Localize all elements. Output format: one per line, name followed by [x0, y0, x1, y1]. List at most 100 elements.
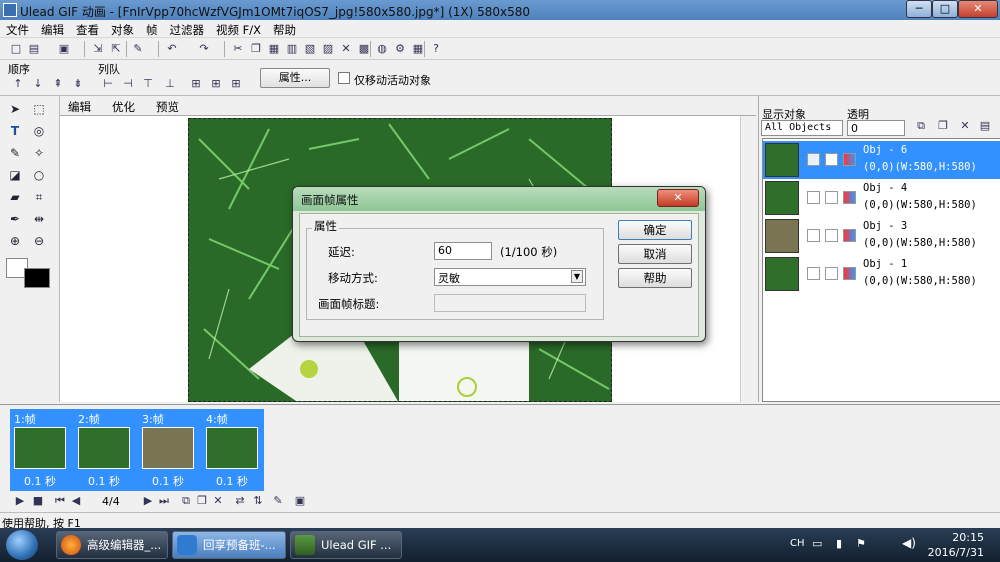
attributes-button[interactable]: 属性...	[260, 68, 330, 88]
pointer-tool-icon[interactable]: ➤	[6, 100, 24, 118]
frame-item[interactable]: 4:帧 0.1 秒	[202, 409, 264, 491]
paint-icon[interactable]: ✎	[130, 41, 146, 57]
delay-input[interactable]: 60	[434, 242, 492, 260]
last-frame-icon[interactable]: ⏭	[156, 493, 172, 509]
canvas-vertical-scrollbar[interactable]	[740, 116, 756, 402]
tab-preview[interactable]: 预览	[156, 99, 179, 115]
menu-help[interactable]: 帮助	[267, 20, 302, 40]
volume-icon[interactable]: ◀)	[902, 536, 916, 550]
chevron-down-icon[interactable]: ▼	[571, 270, 583, 283]
globe-icon[interactable]: ◍	[374, 41, 390, 57]
eye-icon[interactable]	[807, 153, 820, 166]
frame-item[interactable]: 3:帧 0.1 秒	[138, 409, 200, 491]
redo-icon[interactable]: ↷	[196, 41, 212, 57]
clock[interactable]: 20:15 2016/7/31	[928, 530, 984, 560]
crop-icon[interactable]: ▥	[284, 41, 300, 57]
align-bottom-icon[interactable]: ⊥	[162, 76, 178, 92]
crop-tool-icon[interactable]: ⌗	[30, 188, 48, 206]
text-tool-icon[interactable]: T	[6, 122, 24, 140]
bring-forward-icon[interactable]: ↓	[30, 76, 46, 92]
undo-icon[interactable]: ↶	[164, 41, 180, 57]
fill-tool-icon[interactable]: ▰	[6, 188, 24, 206]
menu-filter[interactable]: 过滤器	[164, 20, 211, 40]
tween-icon[interactable]: ⇄	[232, 493, 248, 509]
send-backward-icon[interactable]: ⇞	[50, 76, 66, 92]
optimize-icon[interactable]: ⚙	[392, 41, 408, 57]
duplicate-frame-icon[interactable]: ❐	[194, 493, 210, 509]
eye-checkbox[interactable]	[807, 267, 820, 280]
taskbar-item-ulead[interactable]: Ulead GIF ...	[290, 531, 402, 559]
maximize-button[interactable]: □	[932, 0, 958, 18]
export-icon[interactable]: ⇱	[108, 41, 124, 57]
magic-wand-icon[interactable]: ✧	[30, 144, 48, 162]
menu-video-fx[interactable]: 视频 F/X	[210, 20, 267, 40]
distribute-icon[interactable]: ⊞	[228, 76, 244, 92]
copy-icon[interactable]: ❐	[248, 41, 264, 57]
frame-title-input[interactable]	[434, 294, 586, 312]
align-top-icon[interactable]: ⊤	[140, 76, 156, 92]
first-frame-icon[interactable]: ⏮	[52, 493, 68, 509]
bring-front-icon[interactable]: ↑	[10, 76, 26, 92]
align-center-icon[interactable]: ⊣	[120, 76, 136, 92]
marquee-tool-icon[interactable]: ⬚	[30, 100, 48, 118]
frame-item[interactable]: 2:帧 0.1 秒	[74, 409, 136, 491]
cut-icon[interactable]: ✂	[230, 41, 246, 57]
network-icon[interactable]: ▮	[836, 537, 842, 550]
foreground-color-swatch[interactable]	[24, 268, 50, 288]
distribute-h-icon[interactable]: ⊞	[188, 76, 204, 92]
paste-icon[interactable]: ▦	[266, 41, 282, 57]
dialog-close-button[interactable]: ✕	[657, 189, 699, 207]
start-button[interactable]	[6, 530, 38, 560]
lock-checkbox[interactable]	[825, 153, 838, 166]
close-button[interactable]: ✕	[958, 0, 998, 18]
list-item[interactable]: Obj - 1 (0,0)(W:580,H:580)	[763, 255, 1000, 293]
frame-item[interactable]: 1:帧 0.1 秒	[10, 409, 72, 491]
new-object-icon[interactable]: ⧉	[913, 118, 929, 134]
brush-tool-icon[interactable]: ✎	[6, 144, 24, 162]
lock-checkbox[interactable]	[825, 267, 838, 280]
zoom-lasso-icon[interactable]: ○	[30, 166, 48, 184]
align-left-icon[interactable]: ⊢	[100, 76, 116, 92]
open-icon[interactable]: ▤	[26, 41, 42, 57]
show-objects-select[interactable]: All Objects	[761, 120, 843, 136]
stop-icon[interactable]: ■	[30, 493, 46, 509]
eyedropper-tool-icon[interactable]: ✒	[6, 210, 24, 228]
lock-checkbox[interactable]	[825, 191, 838, 204]
tab-optimize[interactable]: 优化	[112, 99, 135, 115]
duplicate-icon[interactable]: ▧	[302, 41, 318, 57]
tab-edit[interactable]: 编辑	[68, 99, 91, 115]
properties-icon[interactable]: ▨	[320, 41, 336, 57]
menu-object[interactable]: 对象	[105, 20, 140, 40]
move-method-select[interactable]: 灵敏 ▼	[434, 268, 586, 286]
delete-icon[interactable]: ✕	[338, 41, 354, 57]
eraser-tool-icon[interactable]: ◪	[6, 166, 24, 184]
next-frame-icon[interactable]: ▶	[140, 493, 156, 509]
list-item[interactable]: Obj - 6 (0,0)(W:580,H:580)	[763, 141, 1000, 179]
send-back-icon[interactable]: ⇟	[70, 76, 86, 92]
object-props-icon[interactable]: ▤	[977, 118, 993, 134]
zoom-in-icon[interactable]: ⊕	[6, 232, 24, 250]
frame-props-icon[interactable]: ▣	[292, 493, 308, 509]
menu-file[interactable]: 文件	[0, 20, 35, 40]
context-help-icon[interactable]: ?	[428, 41, 444, 57]
list-item[interactable]: Obj - 3 (0,0)(W:580,H:580)	[763, 217, 1000, 255]
play-icon[interactable]: ▶	[12, 493, 28, 509]
opacity-input[interactable]: 0	[847, 120, 905, 136]
cancel-button[interactable]: 取消	[618, 244, 692, 264]
taskbar-item-game[interactable]: 回享预备班-...	[172, 531, 286, 559]
save-icon[interactable]: ▣	[56, 41, 72, 57]
lasso-tool-icon[interactable]: ◎	[30, 122, 48, 140]
lock-checkbox[interactable]	[825, 229, 838, 242]
help-button[interactable]: 帮助	[618, 268, 692, 288]
add-frame-icon[interactable]: ⧉	[178, 493, 194, 509]
ok-button[interactable]: 确定	[618, 220, 692, 240]
eye-checkbox[interactable]	[807, 191, 820, 204]
menu-view[interactable]: 查看	[70, 20, 105, 40]
eye-checkbox[interactable]	[807, 229, 820, 242]
list-item[interactable]: Obj - 4 (0,0)(W:580,H:580)	[763, 179, 1000, 217]
move-active-checkbox[interactable]	[338, 72, 350, 84]
minimize-button[interactable]: ─	[906, 0, 932, 18]
delete-frame-icon[interactable]: ✕	[210, 493, 226, 509]
prev-frame-icon[interactable]: ◀	[68, 493, 84, 509]
distribute-v-icon[interactable]: ⊞	[208, 76, 224, 92]
